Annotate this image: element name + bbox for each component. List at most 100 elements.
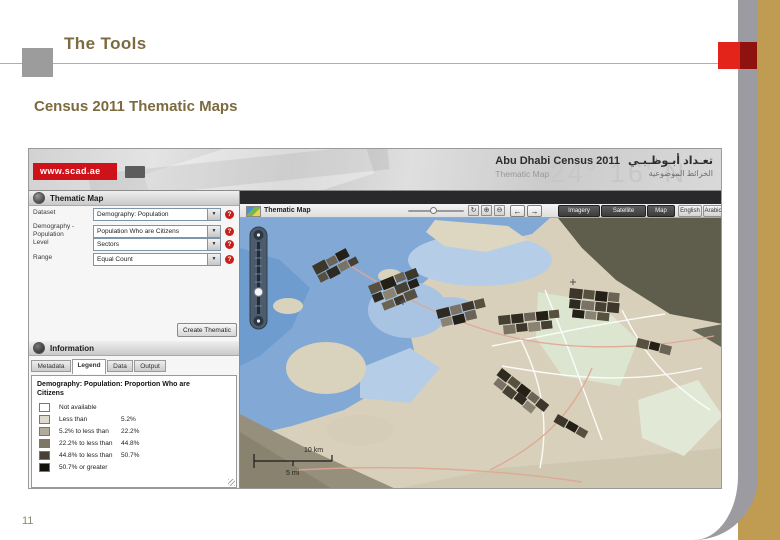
legend-text: 22.2% to less than (59, 440, 113, 448)
map-toolbar: Thematic Map ↻ ⊕ ⊖ ← → Imagery Satellite… (240, 204, 721, 218)
legend-swatch (39, 403, 50, 413)
tab-data[interactable]: Data (107, 360, 133, 372)
dataset-dropdown[interactable]: Demography: Population ▼ (93, 208, 221, 221)
title-accent-square (22, 48, 53, 77)
slide-subtitle: Census 2011 Thematic Maps (34, 98, 238, 115)
legend-swatch (39, 451, 50, 461)
legend-title: Demography: Population: Proportion Who a… (37, 381, 190, 398)
information-label: Information (50, 343, 94, 353)
field-label: Level (33, 239, 49, 246)
chevron-down-icon[interactable]: ▼ (207, 239, 220, 250)
level-dropdown[interactable]: Sectors ▼ (93, 238, 221, 251)
basemap-satellite-button[interactable]: Satellite (601, 205, 646, 217)
scale-mi-label: 5 mi (286, 470, 300, 477)
help-icon[interactable]: ? (225, 240, 234, 249)
opacity-slider[interactable] (408, 207, 464, 214)
scad-site-badge[interactable]: www.scad.ae (33, 163, 117, 180)
legend-text: Not available (59, 404, 97, 412)
field-row-level: Level Sectors ▼ ? (29, 238, 239, 254)
dropdown-value: Sectors (97, 241, 120, 248)
resize-grip-icon[interactable] (228, 479, 235, 486)
legend-swatch (39, 427, 50, 437)
range-dropdown[interactable]: Equal Count ▼ (93, 253, 221, 266)
legend-value: 5.2% (121, 416, 136, 424)
dropdown-value: Population Who are Citizens (97, 228, 180, 235)
tab-metadata[interactable]: Metadata (31, 360, 71, 372)
logo-mark-icon (125, 166, 145, 178)
create-thematic-button[interactable]: Create Thematic (177, 323, 237, 337)
basemap-map-button[interactable]: Map (647, 205, 675, 217)
legend-item: 22.2% to less than 44.8% (39, 438, 236, 450)
slider-knob[interactable] (430, 207, 437, 214)
help-icon[interactable]: ? (225, 210, 234, 219)
zoom-in-button[interactable]: ⊕ (481, 205, 492, 216)
legend-value: 22.2% (121, 428, 140, 436)
dropdown-value: Equal Count (97, 256, 133, 263)
legend-text: Less than (59, 416, 88, 424)
tab-output[interactable]: Output (134, 360, 166, 372)
back-button[interactable]: ← (510, 205, 525, 217)
legend-text: 50.7% or greater (59, 464, 108, 472)
app-title-arabic: تعـداد أبـوظـبـي (628, 155, 713, 167)
info-tabs: Metadata Legend Data Output (31, 359, 241, 374)
app-title-english: Abu Dhabi Census 2011 (495, 155, 621, 167)
panel-header-label: Thematic Map (50, 193, 104, 203)
map-canvas[interactable]: 10 km 5 mi (240, 218, 722, 489)
field-row-demography: Demography - Population Population Who a… (29, 222, 239, 238)
panel-header: Thematic Map (29, 191, 239, 206)
zoom-slider[interactable] (249, 226, 268, 330)
globe-icon (33, 192, 45, 204)
info-icon (33, 342, 45, 354)
refresh-button[interactable]: ↻ (468, 205, 479, 216)
legend-item: 50.7% or greater (39, 462, 236, 474)
chevron-down-icon[interactable]: ▼ (207, 226, 220, 237)
legend-swatch (39, 415, 50, 425)
map-top-bar (240, 191, 721, 204)
page-number: 11 (22, 515, 34, 527)
legend-panel: Demography: Population: Proportion Who a… (31, 375, 237, 488)
legend-item: Not available (39, 402, 236, 414)
legend-text: 44.8% to less than (59, 452, 113, 460)
legend-text: 5.2% to less than (59, 428, 109, 436)
tab-legend[interactable]: Legend (72, 359, 106, 374)
dropdown-value: Demography: Population (97, 211, 169, 218)
help-icon[interactable]: ? (225, 255, 234, 264)
information-header: Information (29, 341, 239, 356)
legend-value: 44.8% (121, 440, 140, 448)
control-panel: Thematic Map Dataset Demography: Populat… (29, 191, 241, 488)
basemap-imagery-button[interactable]: Imagery (558, 205, 600, 217)
language-english-button[interactable]: English (678, 205, 702, 217)
language-arabic-button[interactable]: Arabic (703, 205, 721, 217)
slide-title: The Tools (64, 34, 147, 53)
field-label: Range (33, 254, 53, 261)
app-subtitle-arabic: الخرائط الموضوعية (648, 169, 713, 178)
scale-km-label: 10 km (304, 447, 323, 454)
chevron-down-icon[interactable]: ▼ (207, 254, 220, 265)
map-icon (246, 206, 261, 217)
app-window: 24° 16' N www.scad.ae Abu Dhabi Census 2… (28, 148, 722, 489)
title-underline (0, 63, 738, 64)
chevron-down-icon[interactable]: ▼ (207, 209, 220, 220)
legend-swatch (39, 463, 50, 473)
red-accent-dark (740, 42, 757, 69)
field-label: Dataset (33, 209, 56, 216)
legend-item: Less than 5.2% (39, 414, 236, 426)
legend-item: 44.8% to less than 50.7% (39, 450, 236, 462)
field-row-range: Range Equal Count ▼ ? (29, 253, 239, 269)
slide-content-panel: The Tools Census 2011 Thematic Maps 24° … (0, 0, 758, 540)
app-subtitle-english: Thematic Map (495, 169, 550, 179)
forward-button[interactable]: → (527, 205, 542, 217)
app-banner: 24° 16' N www.scad.ae Abu Dhabi Census 2… (29, 149, 721, 191)
legend-item: 5.2% to less than 22.2% (39, 426, 236, 438)
map-area: Thematic Map ↻ ⊕ ⊖ ← → Imagery Satellite… (240, 191, 722, 489)
banner-titles: Abu Dhabi Census 2011 تعـداد أبـوظـبـي T… (495, 154, 713, 179)
demography-dropdown[interactable]: Population Who are Citizens ▼ (93, 225, 221, 238)
legend-value: 50.7% (121, 452, 140, 460)
zoom-out-button[interactable]: ⊖ (494, 205, 505, 216)
map-tab-label: Thematic Map (264, 207, 311, 214)
zoom-slider-thumb[interactable] (253, 287, 264, 297)
slide: The Tools Census 2011 Thematic Maps 24° … (0, 0, 780, 540)
legend-swatch (39, 439, 50, 449)
red-accent-bright (718, 42, 740, 69)
help-icon[interactable]: ? (225, 227, 234, 236)
